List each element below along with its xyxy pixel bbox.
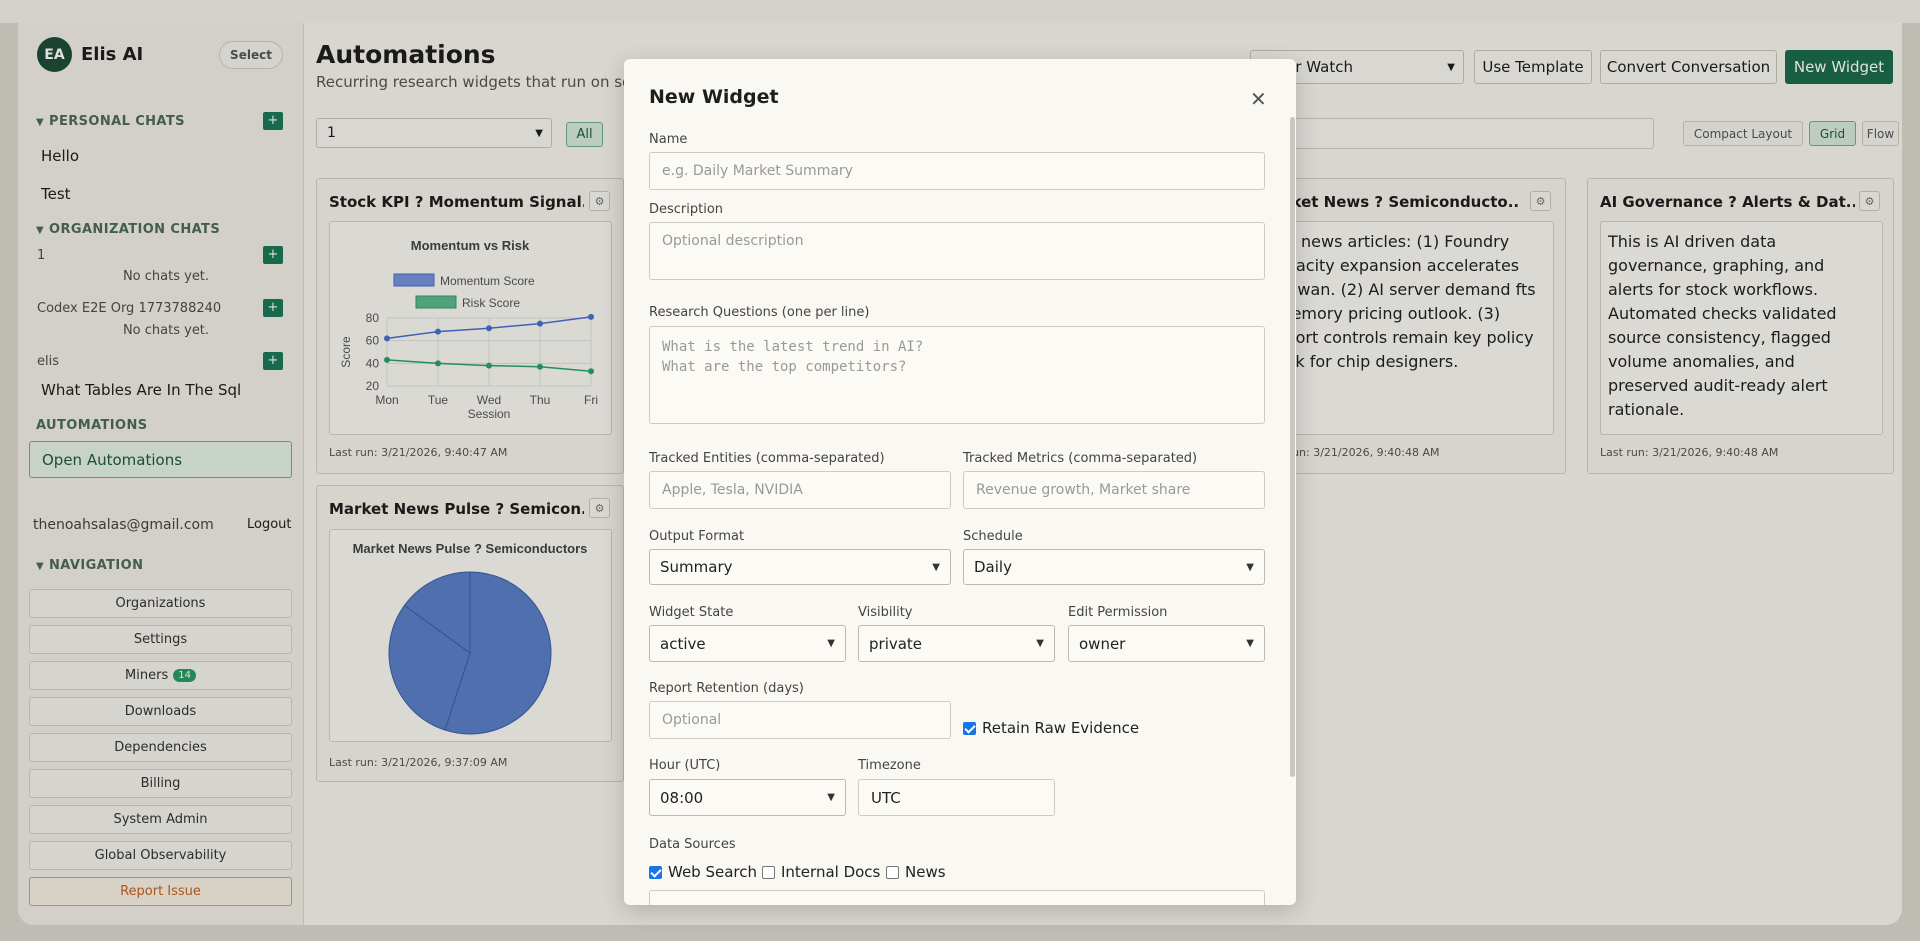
- questions-textarea[interactable]: What is the latest trend in AI? What are…: [649, 326, 1265, 424]
- edit-permission-select[interactable]: owner ▼: [1068, 625, 1265, 662]
- source-internal-docs-checkbox[interactable]: Internal Docs: [762, 863, 880, 881]
- chevron-down-icon: ▼: [932, 561, 940, 573]
- checkbox-unchecked[interactable]: [762, 865, 775, 879]
- visibility-value: private: [869, 634, 923, 653]
- description-textarea[interactable]: Optional description: [649, 222, 1265, 280]
- output-format-select[interactable]: Summary ▼: [649, 549, 951, 585]
- edit-permission-value: owner: [1079, 634, 1126, 653]
- checkbox-unchecked[interactable]: [886, 865, 899, 879]
- new-widget-modal: New Widget ✕ Name e.g. Daily Market Summ…: [624, 59, 1296, 905]
- timezone-label: Timezone: [858, 758, 921, 773]
- source-web-search-label: Web Search: [668, 863, 758, 881]
- hour-label: Hour (UTC): [649, 758, 721, 773]
- source-internal-docs-label: Internal Docs: [781, 863, 881, 881]
- chevron-down-icon: ▼: [1036, 638, 1044, 649]
- questions-placeholder-line: What is the latest trend in AI?: [662, 339, 924, 355]
- output-format-value: Summary: [660, 558, 733, 576]
- metrics-label: Tracked Metrics (comma-separated): [963, 451, 1198, 466]
- schedule-value: Daily: [974, 558, 1012, 576]
- schedule-select[interactable]: Daily ▼: [963, 549, 1265, 585]
- retain-raw-evidence-checkbox[interactable]: Retain Raw Evidence: [963, 719, 1139, 737]
- edit-permission-label: Edit Permission: [1068, 605, 1168, 620]
- source-web-search-checkbox[interactable]: Web Search: [649, 863, 757, 881]
- widget-state-label: Widget State: [649, 605, 734, 620]
- entities-input[interactable]: Apple, Tesla, NVIDIA: [649, 471, 951, 509]
- close-icon[interactable]: ✕: [1250, 87, 1267, 111]
- questions-placeholder-line: What are the top competitors?: [662, 359, 907, 375]
- visibility-select[interactable]: private ▼: [858, 625, 1055, 662]
- chevron-down-icon: ▼: [1246, 561, 1254, 573]
- metrics-input[interactable]: Revenue growth, Market share: [963, 471, 1265, 509]
- hour-value: 08:00: [660, 788, 704, 807]
- source-news-label: News: [905, 863, 946, 881]
- custom-source-input[interactable]: [649, 890, 1265, 905]
- entities-label: Tracked Entities (comma-separated): [649, 451, 885, 466]
- retention-label: Report Retention (days): [649, 681, 804, 696]
- chevron-down-icon: ▼: [827, 638, 835, 649]
- name-label: Name: [649, 132, 688, 147]
- questions-label: Research Questions (one per line): [649, 305, 870, 320]
- schedule-label: Schedule: [963, 529, 1023, 544]
- data-sources-label: Data Sources: [649, 837, 736, 852]
- chevron-down-icon: ▼: [1246, 638, 1254, 649]
- retention-input[interactable]: Optional: [649, 701, 951, 739]
- hour-select[interactable]: 08:00 ▼: [649, 779, 846, 816]
- retain-raw-evidence-label: Retain Raw Evidence: [982, 719, 1140, 737]
- checkbox-checked[interactable]: [963, 721, 976, 735]
- timezone-input[interactable]: UTC: [858, 779, 1055, 816]
- modal-scrollbar[interactable]: [1290, 117, 1295, 777]
- visibility-label: Visibility: [858, 605, 913, 620]
- output-format-label: Output Format: [649, 529, 745, 544]
- checkbox-checked[interactable]: [649, 865, 662, 879]
- chevron-down-icon: ▼: [827, 792, 835, 803]
- name-input[interactable]: e.g. Daily Market Summary: [649, 152, 1265, 190]
- widget-state-value: active: [660, 634, 706, 653]
- description-label: Description: [649, 202, 724, 217]
- widget-state-select[interactable]: active ▼: [649, 625, 846, 662]
- modal-title: New Widget: [649, 86, 779, 108]
- source-news-checkbox[interactable]: News: [886, 863, 946, 881]
